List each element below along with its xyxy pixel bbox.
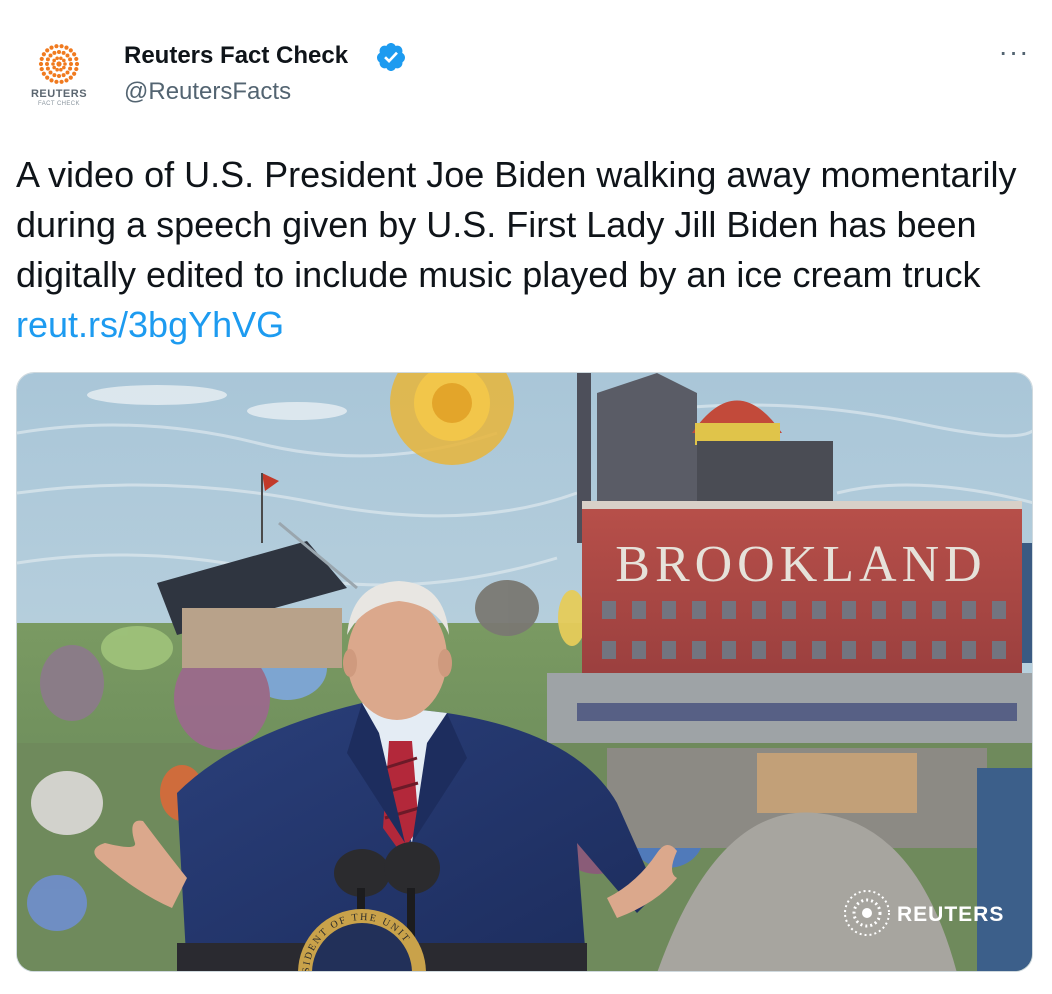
avatar-logo-subtext: FACT CHECK <box>38 101 80 107</box>
mural-tree <box>475 580 539 636</box>
mural-tree <box>27 875 87 931</box>
mural-tree <box>101 626 173 670</box>
mural-tree <box>31 771 103 835</box>
watermark-text: REUTERS <box>897 903 1004 926</box>
avatar-logo-text: REUTERS <box>30 88 88 100</box>
tweet-text: A video of U.S. President Joe Biden walk… <box>16 150 1026 350</box>
tweet-link[interactable]: reut.rs/3bgYhVG <box>16 304 284 345</box>
mural-tree <box>40 645 104 721</box>
display-name[interactable]: Reuters Fact Check <box>124 42 348 70</box>
tweet-photo[interactable]: BROOKLAND SIDENT OF THE UNIT REUTERS <box>16 372 1033 972</box>
photo-illustration: BROOKLAND SIDENT OF THE UNIT REUTERS <box>17 373 1032 971</box>
mural-tree <box>558 590 586 646</box>
verified-badge-icon <box>376 43 405 71</box>
mural-sign-text: BROOKLAND <box>615 536 986 593</box>
avatar[interactable]: REUTERS FACT CHECK <box>18 36 100 118</box>
tweet-body: A video of U.S. President Joe Biden walk… <box>16 154 1017 295</box>
more-options-button[interactable]: ··· <box>992 38 1036 70</box>
account-handle[interactable]: @ReutersFacts <box>124 78 291 106</box>
